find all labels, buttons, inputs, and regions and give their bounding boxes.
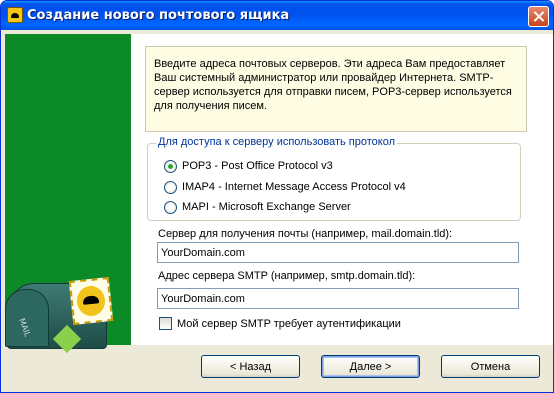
protocol-group: Для доступа к серверу использовать прото… [147,136,521,221]
incoming-server-input[interactable] [157,242,519,263]
instructions-box: Введите адреса почтовых серверов. Эти ад… [145,46,527,132]
protocol-group-legend: Для доступа к серверу использовать прото… [156,136,397,148]
mailbox-front [5,289,49,347]
close-button[interactable] [528,6,549,27]
radio-imap4-label: IMAP4 - Internet Message Access Protocol… [182,181,406,193]
wizard-form-panel: Введите адреса почтовых серверов. Эти ад… [131,34,553,345]
window-title: Создание нового почтового ящика [27,8,290,23]
radio-imap4[interactable]: IMAP4 - Internet Message Access Protocol… [164,179,406,195]
radio-mapi-label: MAPI - Microsoft Exchange Server [182,201,351,213]
smtp-auth-label: Мой сервер SMTP требует аутентификации [177,317,401,330]
radio-mapi[interactable]: MAPI - Microsoft Exchange Server [164,199,351,215]
next-button[interactable]: Далее > [321,355,420,378]
smtp-server-label: Адрес сервера SMTP (например, smtp.domai… [158,270,416,282]
back-button[interactable]: < Назад [201,355,300,378]
smtp-server-input[interactable] [157,288,519,309]
bat-stamp-icon [68,277,114,325]
radio-button-icon[interactable] [164,180,177,194]
smtp-auth-checkbox[interactable] [159,317,172,330]
bat-app-icon [7,7,23,23]
radio-pop3[interactable]: POP3 - Post Office Protocol v3 [164,158,333,174]
radio-pop3-label: POP3 - Post Office Protocol v3 [182,160,333,172]
cancel-button[interactable]: Отмена [441,355,540,378]
title-bar[interactable]: Создание нового почтового ящика [1,1,553,30]
incoming-server-label: Сервер для получения почты (например, ma… [158,228,453,240]
smtp-auth-checkbox-row[interactable]: Мой сервер SMTP требует аутентификации [159,317,401,330]
new-mailbox-window: Создание нового почтового ящика Введите … [0,0,554,393]
radio-button-checked-icon[interactable] [164,159,177,173]
radio-button-icon[interactable] [164,200,177,214]
